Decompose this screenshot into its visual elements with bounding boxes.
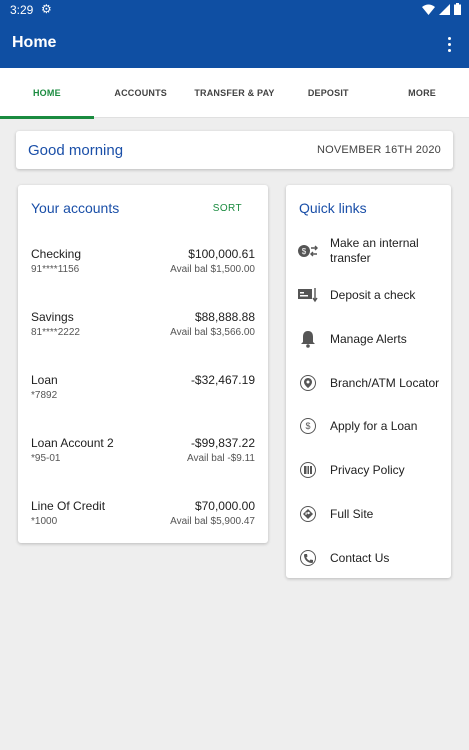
- quick-link-label: Apply for a Loan: [330, 418, 418, 433]
- account-row[interactable]: Line Of Credit *1000 $70,000.00 Avail ba…: [31, 499, 255, 535]
- greeting-date: NOVEMBER 16TH 2020: [316, 144, 441, 156]
- account-row[interactable]: Checking 91****1156 $100,000.61 Avail ba…: [31, 247, 255, 283]
- battery-icon: [454, 3, 461, 15]
- account-name: Savings: [31, 310, 74, 324]
- account-available-balance: Avail bal -$9.11: [186, 453, 255, 464]
- account-number: 81****2222: [31, 327, 80, 338]
- accounts-title: Your accounts: [31, 200, 120, 216]
- status-time: 3:29: [10, 3, 34, 17]
- quick-link-label: Contact Us: [330, 550, 390, 565]
- quick-link-deposit-check[interactable]: Deposit a check: [298, 278, 448, 312]
- quick-link-manage-alerts[interactable]: Manage Alerts: [298, 322, 448, 356]
- quick-link-label: Privacy Policy: [330, 462, 405, 477]
- quick-link-label: Deposit a check: [330, 287, 416, 302]
- quick-link-full-site[interactable]: Full Site: [298, 497, 448, 531]
- status-bar: 3:29 ⚙: [0, 0, 469, 20]
- signal-icon: [439, 3, 450, 15]
- accounts-card: Your accounts SORT Checking 91****1156 $…: [18, 185, 268, 543]
- quick-links-card: Quick links $ Make an internal transfer …: [286, 185, 451, 578]
- page-title: Home: [12, 34, 57, 51]
- account-balance: -$99,837.22: [190, 436, 255, 450]
- quick-link-contact-us[interactable]: Contact Us: [298, 541, 448, 575]
- tab-accounts[interactable]: ACCOUNTS: [94, 68, 188, 118]
- account-name: Line Of Credit: [31, 499, 106, 513]
- quick-link-label: Branch/ATM Locator: [330, 375, 440, 390]
- transfer-icon: $: [298, 241, 318, 261]
- check-deposit-icon: [298, 285, 318, 305]
- account-balance: $70,000.00: [194, 499, 255, 513]
- tab-transfer-pay[interactable]: TRANSFER & PAY: [188, 68, 282, 118]
- account-number: *95-01: [31, 453, 61, 464]
- account-row[interactable]: Loan Account 2 *95-01 -$99,837.22 Avail …: [31, 436, 255, 472]
- account-balance: $88,888.88: [194, 310, 255, 324]
- sort-button[interactable]: SORT: [213, 203, 242, 214]
- account-name: Loan: [31, 373, 58, 387]
- account-row[interactable]: Savings 81****2222 $88,888.88 Avail bal …: [31, 310, 255, 346]
- account-available-balance: Avail bal $3,566.00: [170, 327, 255, 338]
- phone-icon: [298, 548, 318, 568]
- app-bar: Home: [0, 20, 469, 68]
- quick-link-internal-transfer[interactable]: $ Make an internal transfer: [298, 234, 448, 268]
- status-icons: [422, 3, 461, 15]
- account-balance: -$32,467.19: [190, 373, 255, 387]
- account-row[interactable]: Loan *7892 -$32,467.19: [31, 373, 255, 409]
- location-pin-icon: [298, 373, 318, 393]
- quick-link-label: Full Site: [330, 506, 374, 521]
- quick-link-label: Make an internal transfer: [330, 236, 419, 265]
- dollar-icon: $: [298, 416, 318, 436]
- bell-icon: [298, 329, 318, 349]
- account-name: Loan Account 2: [31, 436, 114, 450]
- tab-home[interactable]: HOME: [0, 68, 94, 119]
- map-icon: [298, 460, 318, 480]
- quick-link-apply-loan[interactable]: $ Apply for a Loan: [298, 409, 448, 443]
- tab-bar: HOME ACCOUNTS TRANSFER & PAY DEPOSIT MOR…: [0, 68, 469, 119]
- account-balance: $100,000.61: [188, 247, 255, 261]
- greeting-text: Good morning: [28, 142, 124, 159]
- account-number: *1000: [31, 516, 58, 527]
- account-name: Checking: [31, 247, 82, 261]
- account-available-balance: Avail bal $5,900.47: [170, 516, 255, 527]
- quick-link-branch-atm-locator[interactable]: Branch/ATM Locator: [298, 366, 448, 400]
- greeting-card: Good morning NOVEMBER 16TH 2020: [16, 131, 453, 169]
- quick-links-title: Quick links: [299, 200, 367, 216]
- settings-gear-icon: ⚙: [41, 2, 52, 16]
- svg-text:$: $: [302, 247, 307, 256]
- tab-more[interactable]: MORE: [375, 68, 469, 118]
- quick-link-privacy-policy[interactable]: Privacy Policy: [298, 453, 448, 487]
- account-number: 91****1156: [31, 264, 80, 275]
- quick-link-label: Manage Alerts: [330, 331, 407, 346]
- overflow-menu-icon[interactable]: [445, 33, 453, 55]
- tab-deposit[interactable]: DEPOSIT: [281, 68, 375, 118]
- account-available-balance: Avail bal $1,500.00: [170, 264, 255, 275]
- account-number: *7892: [31, 390, 58, 401]
- wifi-icon: [422, 4, 435, 15]
- directions-icon: [298, 504, 318, 524]
